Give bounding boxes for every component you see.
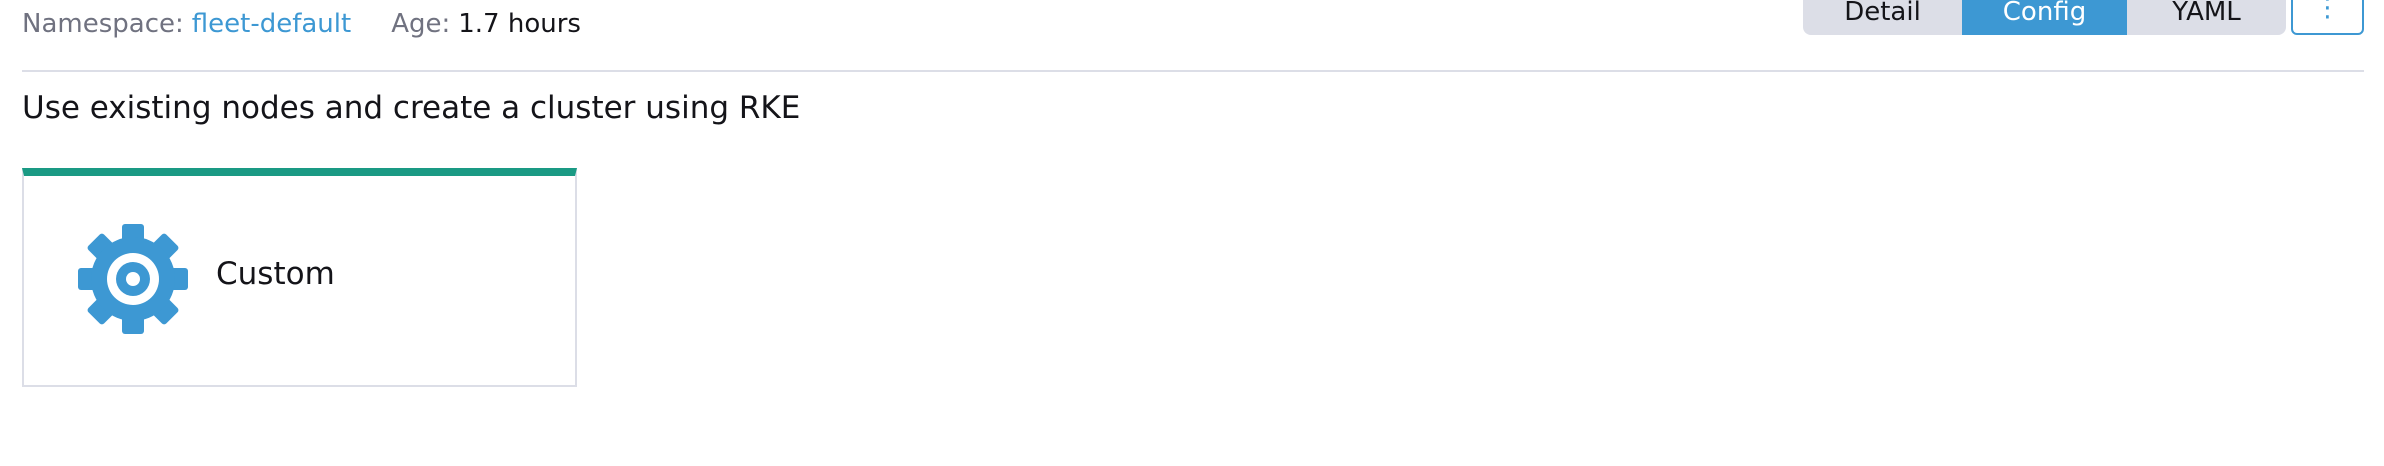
cluster-detail-page: Namespace: fleet-default Age: 1.7 hours … [0, 0, 2384, 466]
resource-meta-row: Namespace: fleet-default Age: 1.7 hours [22, 6, 581, 42]
header-divider [22, 70, 2364, 72]
config-button[interactable]: Config [1962, 0, 2127, 35]
detail-button[interactable]: Detail [1803, 0, 1962, 35]
namespace-link[interactable]: fleet-default [192, 9, 351, 39]
custom-driver-tile[interactable]: Custom [22, 168, 577, 387]
more-vertical-icon: ⋮ [2314, 0, 2341, 23]
yaml-button[interactable]: YAML [2127, 0, 2286, 35]
view-mode-toggle: Detail Config YAML [1803, 0, 2286, 35]
gear-icon [78, 224, 188, 334]
age-value: 1.7 hours [458, 9, 581, 39]
section-title: Use existing nodes and create a cluster … [22, 90, 801, 126]
actions-menu-button[interactable]: ⋮ [2291, 0, 2364, 35]
namespace-label: Namespace: [22, 9, 184, 39]
age-label: Age: [391, 9, 451, 39]
custom-tile-label: Custom [216, 256, 335, 292]
